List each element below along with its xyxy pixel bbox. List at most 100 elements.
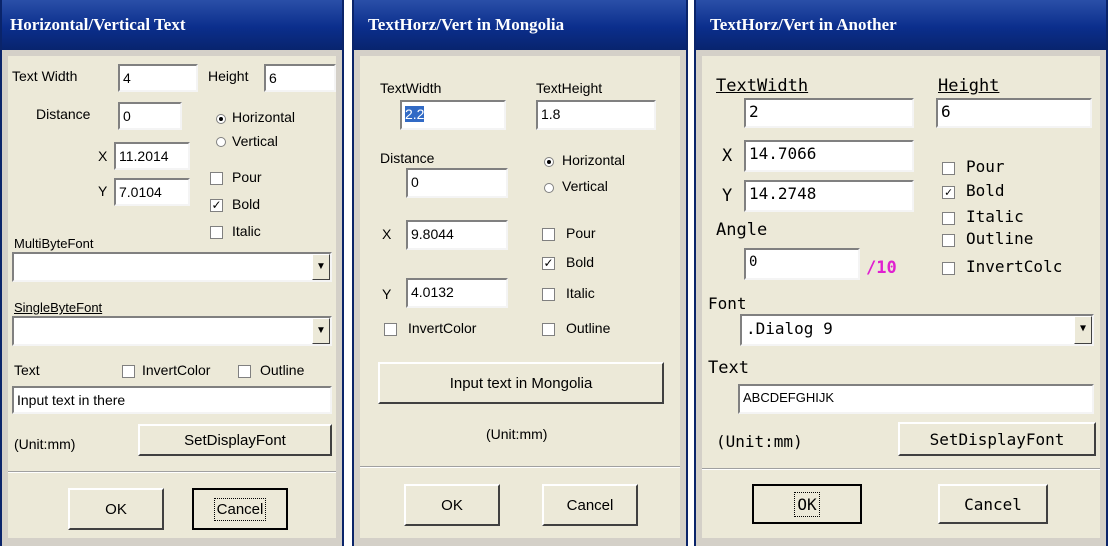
bold-checkbox[interactable]: ✓	[542, 257, 555, 270]
pour-checkbox[interactable]	[210, 172, 223, 185]
ok-button[interactable]: OK	[68, 488, 164, 530]
horizontal-radio[interactable]	[216, 114, 226, 124]
text-input[interactable]: Input text in there	[12, 386, 332, 414]
check-icon: ✓	[543, 256, 554, 270]
dialog-text-mongolia: TextHorz/Vert in Mongolia TextWidth 2.2 …	[352, 0, 688, 546]
divider	[8, 471, 336, 473]
text-width-input[interactable]: 2.2	[400, 100, 506, 130]
x-input[interactable]: 11.2014	[114, 142, 190, 170]
outline-checkbox[interactable]	[942, 234, 955, 247]
y-input[interactable]: 14.2748	[744, 180, 914, 212]
x-input[interactable]: 14.7066	[744, 140, 914, 172]
x-label: X	[722, 146, 733, 166]
invert-color-label: InvertColc	[966, 257, 1063, 276]
multibyte-font-label: MultiByteFont	[14, 236, 94, 251]
angle-unit-label: /10	[866, 258, 897, 278]
horizontal-label: Horizontal	[232, 109, 296, 125]
text-width-label: TextWidth	[716, 76, 809, 96]
x-label: X	[98, 148, 108, 164]
dialog-body: Text Width 4 Height 6 Distance 0 Horizon…	[8, 56, 336, 538]
check-icon: ✓	[944, 185, 953, 199]
multibyte-font-select[interactable]	[12, 252, 332, 282]
text-width-input[interactable]: 4	[118, 64, 198, 92]
invert-color-checkbox[interactable]	[122, 365, 135, 378]
height-input[interactable]: 6	[264, 64, 336, 92]
distance-label: Distance	[36, 106, 91, 122]
text-height-input[interactable]: 1.8	[536, 100, 656, 130]
vertical-label: Vertical	[232, 133, 278, 149]
text-width-label: Text Width	[12, 68, 78, 84]
bold-label: Bold	[232, 196, 261, 212]
outline-checkbox[interactable]	[542, 323, 555, 336]
outline-label: Outline	[566, 320, 611, 336]
angle-input[interactable]: 0	[744, 248, 860, 280]
bold-checkbox[interactable]: ✓	[210, 199, 223, 212]
italic-checkbox[interactable]	[542, 288, 555, 301]
vertical-radio[interactable]	[216, 137, 226, 147]
font-select[interactable]: .Dialog 9	[740, 314, 1094, 346]
unit-label: (Unit:mm)	[14, 436, 76, 452]
cancel-button[interactable]: Cancel	[192, 488, 288, 530]
angle-label: Angle	[716, 220, 768, 240]
ok-button[interactable]: OK	[404, 484, 500, 526]
text-width-value: 2.2	[405, 106, 425, 122]
y-input[interactable]: 7.0104	[114, 178, 190, 206]
pour-checkbox[interactable]	[542, 228, 555, 241]
text-width-input[interactable]: 2	[744, 98, 914, 128]
invert-color-checkbox[interactable]	[942, 262, 955, 275]
dialog-body: TextWidth 2.2 TextHeight 1.8 Distance 0 …	[360, 56, 680, 538]
unit-label: (Unit:mm)	[716, 432, 803, 451]
text-label: Text	[14, 362, 40, 378]
dialog-title: TextHorz/Vert in Another	[696, 0, 1106, 50]
x-input[interactable]: 9.8044	[406, 220, 508, 250]
italic-checkbox[interactable]	[942, 212, 955, 225]
ok-button[interactable]: OK	[752, 484, 862, 524]
input-text-mongolia-button[interactable]: Input text in Mongolia	[378, 362, 664, 404]
chevron-down-icon[interactable]: ▼	[312, 318, 330, 344]
chevron-down-icon[interactable]: ▼	[312, 254, 330, 280]
singlebyte-font-select[interactable]	[12, 316, 332, 346]
height-label: Height	[938, 76, 1000, 96]
distance-input[interactable]: 0	[406, 168, 508, 198]
height-input[interactable]: 6	[936, 98, 1092, 128]
vertical-radio[interactable]	[544, 183, 554, 193]
x-label: X	[382, 226, 392, 242]
italic-checkbox[interactable]	[210, 226, 223, 239]
italic-label: Italic	[232, 223, 261, 239]
horizontal-radio[interactable]	[544, 157, 554, 167]
dialog-body: TextWidth 2 Height 6 X 14.7066 Y 14.2748…	[702, 56, 1100, 538]
set-display-font-label: SetDisplayFont	[929, 429, 1065, 449]
cancel-label: Cancel	[964, 494, 1022, 514]
chevron-down-icon[interactable]: ▼	[1074, 316, 1092, 344]
bold-checkbox[interactable]: ✓	[942, 186, 955, 199]
text-input[interactable]: ABCDEFGHIJK	[738, 384, 1094, 414]
cancel-label: Cancel	[213, 497, 267, 521]
y-label: Y	[722, 186, 733, 206]
cancel-button[interactable]: Cancel	[542, 484, 638, 526]
cancel-label: Cancel	[566, 496, 614, 514]
vertical-label: Vertical	[562, 178, 608, 194]
distance-input[interactable]: 0	[118, 102, 182, 130]
ok-label: OK	[794, 491, 820, 517]
outline-label: Outline	[966, 229, 1034, 248]
pour-label: Pour	[232, 169, 262, 185]
check-icon: ✓	[211, 198, 222, 212]
pour-checkbox[interactable]	[942, 162, 955, 175]
divider	[702, 468, 1100, 470]
y-label: Y	[382, 286, 392, 302]
y-input[interactable]: 4.0132	[406, 278, 508, 308]
outline-label: Outline	[260, 362, 305, 378]
invert-color-checkbox[interactable]	[384, 323, 397, 336]
dialog-title: TextHorz/Vert in Mongolia	[354, 0, 686, 50]
input-text-mongolia-label: Input text in Mongolia	[449, 374, 593, 392]
bold-label: Bold	[566, 254, 595, 270]
set-display-font-button[interactable]: SetDisplayFont	[898, 422, 1096, 456]
ok-label: OK	[441, 496, 463, 514]
distance-label: Distance	[380, 150, 435, 166]
dialog-horizontal-vertical-text: Horizontal/Vertical Text Text Width 4 He…	[0, 0, 344, 546]
set-display-font-button[interactable]: SetDisplayFont	[138, 424, 332, 456]
outline-checkbox[interactable]	[238, 365, 251, 378]
invert-color-label: InvertColor	[142, 362, 211, 378]
dialog-text-another: TextHorz/Vert in Another TextWidth 2 Hei…	[694, 0, 1108, 546]
cancel-button[interactable]: Cancel	[938, 484, 1048, 524]
